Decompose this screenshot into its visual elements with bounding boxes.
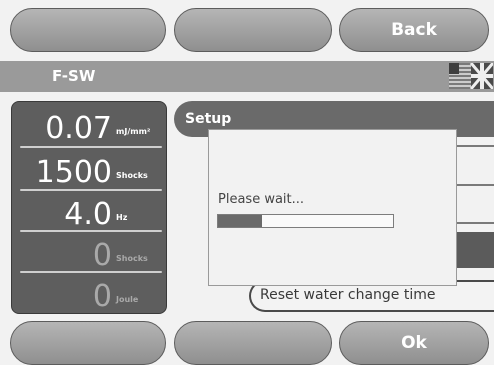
shock-counter-value: 0 [92,238,112,273]
bottom-button-1[interactable] [10,321,166,365]
frequency-value: 4.0 [64,197,112,232]
list-item-edge [452,222,494,224]
selected-list-item[interactable] [455,232,494,268]
list-item-edge [452,184,494,186]
energy-unit: mJ/mm² [116,127,151,136]
dialog-message: Please wait... [218,192,305,207]
please-wait-dialog: Please wait... [208,129,457,286]
top-button-2[interactable] [174,8,332,52]
list-item-edge [452,145,494,147]
back-button[interactable]: Back [339,8,489,52]
readout-panel: 0.07 mJ/mm² 1500 Shocks 4.0 Hz 0 Shocks … [11,101,167,314]
setup-label: Setup [185,111,232,127]
energy-total-readout: 0 Joule [12,272,168,314]
title-bar: F-SW [0,61,494,92]
energy-total-value: 0 [92,279,112,314]
page-title: F-SW [52,67,96,85]
energy-value: 0.07 [45,111,112,146]
bottom-button-2[interactable] [174,321,332,365]
frequency-unit: Hz [116,213,128,222]
shocks-value: 1500 [35,155,112,190]
shock-counter-unit: Shocks [116,254,148,263]
progress-fill [218,215,262,227]
energy-readout: 0.07 mJ/mm² [12,104,168,146]
language-flag-icon[interactable] [449,63,493,89]
ok-button[interactable]: Ok [339,321,489,365]
energy-total-unit: Joule [116,295,139,304]
shocks-unit: Shocks [116,171,148,180]
frequency-readout: 4.0 Hz [12,190,168,232]
shocks-readout: 1500 Shocks [12,148,168,190]
top-button-1[interactable] [10,8,166,52]
shock-counter-readout: 0 Shocks [12,231,168,273]
progress-bar [217,214,394,228]
